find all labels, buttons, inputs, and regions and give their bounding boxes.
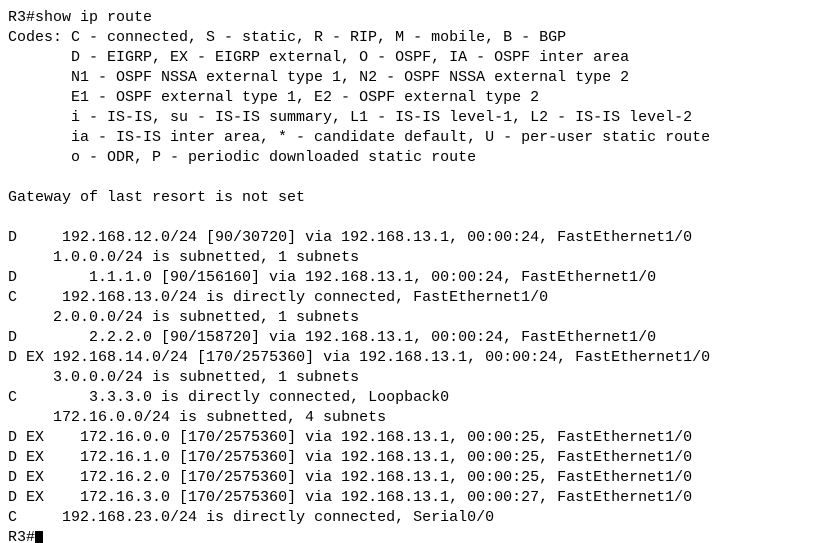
route-indent xyxy=(17,389,89,406)
route-entry: 2.2.2.0 [90/158720] via 192.168.13.1, 00… xyxy=(89,329,656,346)
codes-line: N1 - OSPF NSSA external type 1, N2 - OSP… xyxy=(71,69,629,86)
route-entry: 1.1.1.0 [90/156160] via 192.168.13.1, 00… xyxy=(89,269,656,286)
route-code: C xyxy=(8,509,17,526)
route-code: C xyxy=(8,389,17,406)
route-indent xyxy=(8,369,53,386)
route-code: D EX xyxy=(8,449,44,466)
route-entry: 172.16.0.0 [170/2575360] via 192.168.13.… xyxy=(80,429,692,446)
route-code: D xyxy=(8,229,17,246)
route-indent xyxy=(17,329,89,346)
route-entry: 2.0.0.0/24 is subnetted, 1 subnets xyxy=(53,309,359,326)
route-code: D EX xyxy=(8,489,44,506)
route-indent xyxy=(8,309,53,326)
gateway-line: Gateway of last resort is not set xyxy=(8,189,305,206)
route-entry: 192.168.12.0/24 [90/30720] via 192.168.1… xyxy=(62,229,692,246)
route-indent xyxy=(17,509,62,526)
route-entry: 172.16.2.0 [170/2575360] via 192.168.13.… xyxy=(80,469,692,486)
route-indent xyxy=(44,429,80,446)
route-code: D EX xyxy=(8,429,44,446)
codes-line: D - EIGRP, EX - EIGRP external, O - OSPF… xyxy=(71,49,629,66)
final-prompt: R3# xyxy=(8,529,35,543)
route-indent xyxy=(44,489,80,506)
codes-header: Codes: C - connected, S - static, R - RI… xyxy=(8,29,566,46)
route-indent xyxy=(8,409,53,426)
route-entry: 172.16.3.0 [170/2575360] via 192.168.13.… xyxy=(80,489,692,506)
codes-line: ia - IS-IS inter area, * - candidate def… xyxy=(71,129,710,146)
route-entry: 1.0.0.0/24 is subnetted, 1 subnets xyxy=(53,249,359,266)
route-indent xyxy=(17,269,89,286)
route-indent xyxy=(44,349,53,366)
codes-line: i - IS-IS, su - IS-IS summary, L1 - IS-I… xyxy=(71,109,692,126)
prompt: R3# xyxy=(8,9,35,26)
route-entry: 192.168.23.0/24 is directly connected, S… xyxy=(62,509,494,526)
route-entry: 192.168.14.0/24 [170/2575360] via 192.16… xyxy=(53,349,710,366)
route-indent xyxy=(8,249,53,266)
route-indent xyxy=(17,289,62,306)
command-text: show ip route xyxy=(35,9,152,26)
route-code: D EX xyxy=(8,349,44,366)
route-entry: 172.16.0.0/24 is subnetted, 4 subnets xyxy=(53,409,386,426)
route-entry: 172.16.1.0 [170/2575360] via 192.168.13.… xyxy=(80,449,692,466)
route-code: C xyxy=(8,289,17,306)
route-code: D xyxy=(8,329,17,346)
route-code: D EX xyxy=(8,469,44,486)
route-indent xyxy=(17,229,62,246)
route-code: D xyxy=(8,269,17,286)
route-indent xyxy=(44,469,80,486)
route-entry: 192.168.13.0/24 is directly connected, F… xyxy=(62,289,548,306)
codes-line: E1 - OSPF external type 1, E2 - OSPF ext… xyxy=(71,89,539,106)
route-entry: 3.0.0.0/24 is subnetted, 1 subnets xyxy=(53,369,359,386)
route-entry: 3.3.3.0 is directly connected, Loopback0 xyxy=(89,389,449,406)
terminal-output[interactable]: R3#show ip route Codes: C - connected, S… xyxy=(0,0,840,543)
codes-line: o - ODR, P - periodic downloaded static … xyxy=(71,149,476,166)
cursor-icon xyxy=(35,531,43,543)
route-indent xyxy=(44,449,80,466)
